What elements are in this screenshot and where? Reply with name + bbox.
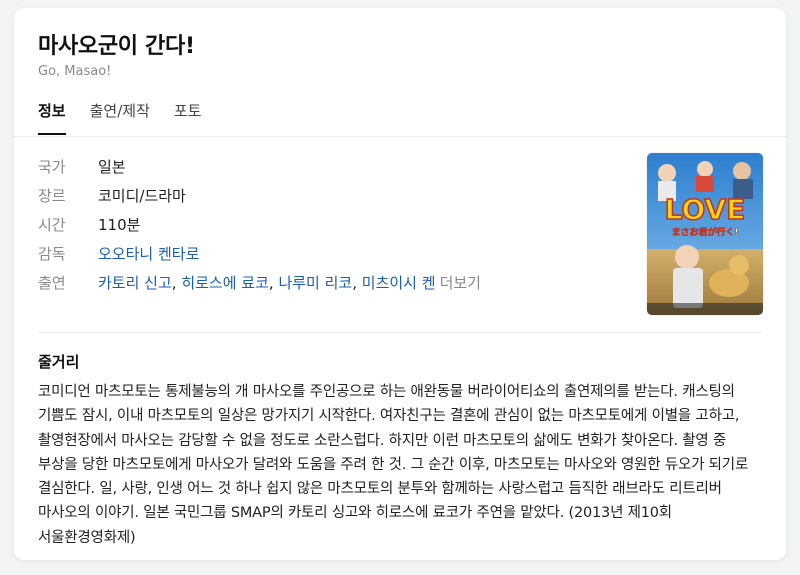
poster-credits-band <box>647 303 763 315</box>
poster-image: LOVE まさお君が行く! <box>647 153 763 315</box>
cast-separator: , <box>171 274 182 292</box>
poster-title-text: LOVE <box>665 193 746 226</box>
movie-original-title: Go, Masao! <box>38 64 112 79</box>
poster-dog-head <box>729 255 749 275</box>
tab-info[interactable]: 정보 <box>38 100 66 135</box>
poster-figure <box>696 176 714 192</box>
poster-face <box>697 161 713 177</box>
info-row-country: 국가 일본 <box>38 152 598 181</box>
director-link[interactable]: 오오타니 켄타로 <box>98 243 199 264</box>
tabs-divider <box>14 136 786 137</box>
cast-more-link[interactable]: 더보기 <box>440 274 481 292</box>
runtime-label: 시간 <box>38 216 66 234</box>
plot-text: 코미디언 마츠모토는 통제불능의 개 마사오를 주인공으로 하는 애완동물 버라… <box>38 384 749 546</box>
movie-info-card: 마사오군이 간다! Go, Masao! 정보 출연/제작 포토 국가 일본 장… <box>14 8 786 560</box>
info-row-cast: 출연 카토리 신고, 히로스에 료코, 나루미 리코, 미츠이시 켄 더보기 <box>38 268 598 297</box>
info-row-runtime: 시간 110분 <box>38 210 598 239</box>
director-label: 감독 <box>38 245 66 263</box>
cast-link-3[interactable]: 나루미 리코 <box>278 274 352 292</box>
tab-cast-crew[interactable]: 출연/제작 <box>90 100 150 135</box>
cast-link-1[interactable]: 카토리 신고 <box>98 274 172 292</box>
info-row-genre: 장르 코미디/드라마 <box>38 181 598 210</box>
cast-link-2[interactable]: 히로스에 료코 <box>181 274 269 292</box>
cast-separator: , <box>352 274 362 292</box>
poster-face <box>675 245 699 269</box>
country-value: 일본 <box>98 158 126 176</box>
cast-label: 출연 <box>38 274 66 292</box>
info-row-director: 감독 오오타니 켄타로 <box>38 239 598 268</box>
section-divider <box>38 332 762 333</box>
info-table: 국가 일본 장르 코미디/드라마 시간 110분 감독 오오타니 켄타로 출연 … <box>38 152 598 297</box>
runtime-value: 110분 <box>98 216 141 234</box>
tab-bar: 정보 출연/제작 포토 <box>38 100 225 135</box>
movie-title: 마사오군이 간다! <box>38 34 195 59</box>
tab-photo[interactable]: 포토 <box>174 100 202 135</box>
poster-face <box>733 162 751 180</box>
genre-label: 장르 <box>38 187 66 205</box>
country-label: 국가 <box>38 158 66 176</box>
poster-face <box>658 164 676 182</box>
movie-poster[interactable]: LOVE まさお君が行く! <box>647 153 763 315</box>
plot-heading: 줄거리 <box>38 353 80 371</box>
poster-figure <box>673 268 703 308</box>
genre-value: 코미디/드라마 <box>98 187 186 205</box>
poster-subtitle-text: まさお君が行く! <box>671 226 738 238</box>
cast-link-4[interactable]: 미츠이시 켄 <box>362 274 436 292</box>
